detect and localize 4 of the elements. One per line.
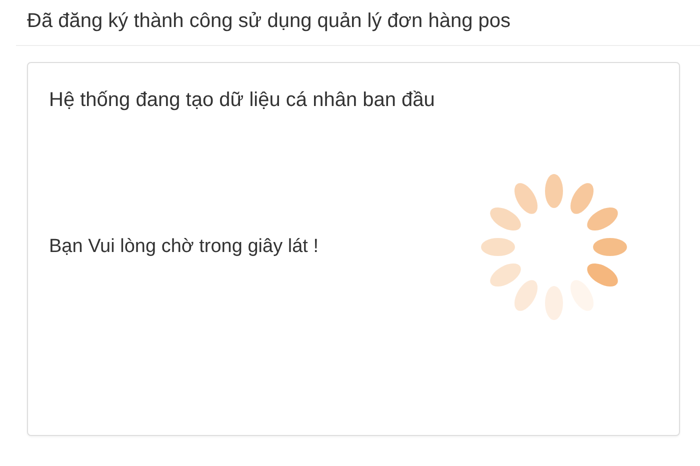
wait-message: Bạn Vui lòng chờ trong giây lát !: [49, 236, 318, 258]
page-title: Đã đăng ký thành công sử dụng quản lý đơn hàng pos: [27, 10, 511, 32]
loading-spinner-icon: [479, 172, 629, 322]
status-message: Hệ thống đang tạo dữ liệu cá nhân ban đầu: [49, 89, 436, 112]
